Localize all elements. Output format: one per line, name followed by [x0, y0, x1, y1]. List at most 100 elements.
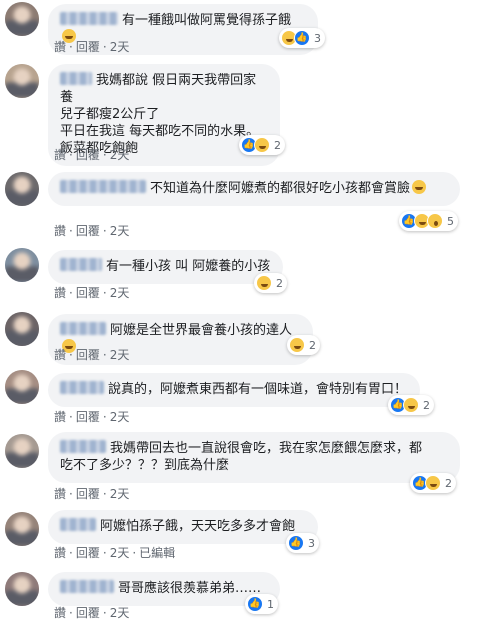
- commenter-name-redacted[interactable]: [60, 580, 114, 593]
- comment-timestamp[interactable]: 2天: [110, 410, 130, 424]
- reaction-count: 1: [267, 597, 274, 611]
- comment-text: 阿嬤是全世界最會養小孩的達人: [110, 323, 293, 338]
- reply-link[interactable]: 回覆: [76, 286, 100, 300]
- like-link[interactable]: 讚: [54, 286, 66, 300]
- commenter-avatar[interactable]: [5, 512, 39, 546]
- comment-timestamp[interactable]: 2天: [110, 40, 130, 54]
- reaction-summary[interactable]: 👍 3: [286, 533, 319, 553]
- separator: ·: [132, 546, 137, 560]
- comment-actions: 讚 · 回覆 · 2天: [54, 222, 129, 239]
- comment-timestamp[interactable]: 2天: [110, 487, 130, 501]
- comment-text: 哥哥應該很羨慕弟弟……: [118, 581, 262, 596]
- edited-label[interactable]: 已編輯: [139, 546, 175, 560]
- reply-link[interactable]: 回覆: [76, 40, 100, 54]
- like-link[interactable]: 讚: [54, 40, 66, 54]
- comment-text: 阿嬤怕孫子餓，天天吃多多才會飽: [100, 519, 296, 534]
- reply-link[interactable]: 回覆: [76, 487, 100, 501]
- reply-link[interactable]: 回覆: [76, 148, 100, 162]
- comment-timestamp[interactable]: 2天: [110, 348, 130, 362]
- comment-actions: 讚 · 回覆 · 2天: [54, 604, 129, 621]
- separator: ·: [102, 286, 107, 300]
- comment-actions: 讚 · 回覆 · 2天: [54, 485, 129, 502]
- reaction-summary[interactable]: 👍 2: [410, 473, 456, 493]
- haha-icon: [403, 397, 419, 413]
- reaction-summary[interactable]: 👍 5: [399, 211, 458, 231]
- comment-bubble: 說真的，阿嬤煮東西都有一個味道，會特別有胃口！: [48, 373, 420, 407]
- commenter-name-redacted[interactable]: [60, 381, 104, 394]
- comment-text: 吃不了多少？？？到底為什麼: [60, 458, 230, 473]
- reaction-summary[interactable]: 👍 1: [245, 594, 278, 614]
- comment-text: 有一種餓叫做阿罵覺得孫子餓: [122, 13, 292, 28]
- reply-link[interactable]: 回覆: [76, 224, 100, 238]
- commenter-avatar[interactable]: [5, 64, 39, 98]
- separator: ·: [69, 348, 73, 362]
- comment-actions: 讚 · 回覆 · 2天: [54, 408, 129, 425]
- like-link[interactable]: 讚: [54, 224, 66, 238]
- separator: ·: [102, 410, 107, 424]
- like-link[interactable]: 讚: [54, 148, 66, 162]
- comment-timestamp[interactable]: 2天: [110, 224, 130, 238]
- comment-actions: 讚 · 回覆 · 2天: [54, 284, 129, 301]
- reply-link[interactable]: 回覆: [76, 410, 100, 424]
- comment-timestamp[interactable]: 2天: [110, 148, 130, 162]
- reaction-summary[interactable]: 2: [287, 335, 320, 355]
- reply-link[interactable]: 回覆: [76, 546, 100, 560]
- haha-icon: [289, 337, 305, 353]
- comment-bubble: 我媽帶回去也一直說很會吃，我在家怎麼餵怎麼求，都吃不了多少？？？到底為什麼: [48, 432, 460, 483]
- commenter-avatar[interactable]: [5, 370, 39, 404]
- separator: ·: [102, 546, 107, 560]
- commenter-name-redacted[interactable]: [60, 180, 146, 193]
- comment-timestamp[interactable]: 2天: [110, 546, 130, 560]
- commenter-name-redacted[interactable]: [60, 258, 102, 271]
- reaction-count: 5: [447, 214, 454, 228]
- like-link[interactable]: 讚: [54, 606, 66, 620]
- like-icon: 👍: [247, 596, 263, 612]
- reaction-count: 3: [308, 536, 315, 550]
- wow-icon: [427, 213, 443, 229]
- like-link[interactable]: 讚: [54, 546, 66, 560]
- like-icon: 👍: [288, 535, 304, 551]
- reaction-summary[interactable]: 2: [254, 273, 287, 293]
- like-link[interactable]: 讚: [54, 410, 66, 424]
- comment-actions: 讚 · 回覆 · 2天: [54, 146, 129, 163]
- reaction-summary[interactable]: 👍 2: [239, 135, 285, 155]
- separator: ·: [69, 606, 73, 620]
- like-link[interactable]: 讚: [54, 487, 66, 501]
- comment-text: 我媽帶回去也一直說很會吃，我在家怎麼餵怎麼求，都: [110, 441, 423, 456]
- reply-link[interactable]: 回覆: [76, 606, 100, 620]
- reaction-count: 2: [309, 338, 316, 352]
- reply-link[interactable]: 回覆: [76, 348, 100, 362]
- reaction-summary[interactable]: 👍 3: [279, 28, 325, 48]
- separator: ·: [69, 286, 73, 300]
- commenter-avatar[interactable]: [5, 248, 39, 282]
- commenter-name-redacted[interactable]: [60, 322, 106, 335]
- commenter-avatar[interactable]: [5, 312, 39, 346]
- commenter-avatar[interactable]: [5, 2, 39, 36]
- separator: ·: [69, 546, 73, 560]
- commenter-avatar[interactable]: [5, 572, 39, 606]
- commenter-name-redacted[interactable]: [60, 440, 106, 453]
- comment-timestamp[interactable]: 2天: [110, 286, 130, 300]
- comment-actions: 讚 · 回覆 · 2天: [54, 38, 129, 55]
- separator: ·: [69, 148, 73, 162]
- commenter-name-redacted[interactable]: [60, 518, 96, 531]
- like-icon: 👍: [294, 30, 310, 46]
- commenter-name-redacted[interactable]: [60, 12, 118, 25]
- commenter-avatar[interactable]: [5, 434, 39, 468]
- comment-text: 說真的，阿嬤煮東西都有一個味道，會特別有胃口！: [108, 382, 408, 397]
- comment-bubble: 不知道為什麼阿嬤煮的都很好吃小孩都會賞臉: [48, 172, 460, 206]
- comment-timestamp[interactable]: 2天: [110, 606, 130, 620]
- laughing-emoji-icon: [412, 180, 427, 194]
- separator: ·: [69, 410, 73, 424]
- reaction-count: 2: [274, 138, 281, 152]
- comment-text: 兒子都瘦2公斤了: [60, 107, 160, 122]
- commenter-avatar[interactable]: [5, 172, 39, 206]
- like-link[interactable]: 讚: [54, 348, 66, 362]
- reaction-summary[interactable]: 👍 2: [388, 395, 434, 415]
- commenter-name-redacted[interactable]: [60, 72, 92, 85]
- reaction-count: 2: [445, 476, 452, 490]
- reaction-count: 2: [423, 398, 430, 412]
- separator: ·: [102, 148, 107, 162]
- separator: ·: [102, 348, 107, 362]
- comment-bubble: 有一種小孩 叫 阿嬤養的小孩: [48, 250, 283, 284]
